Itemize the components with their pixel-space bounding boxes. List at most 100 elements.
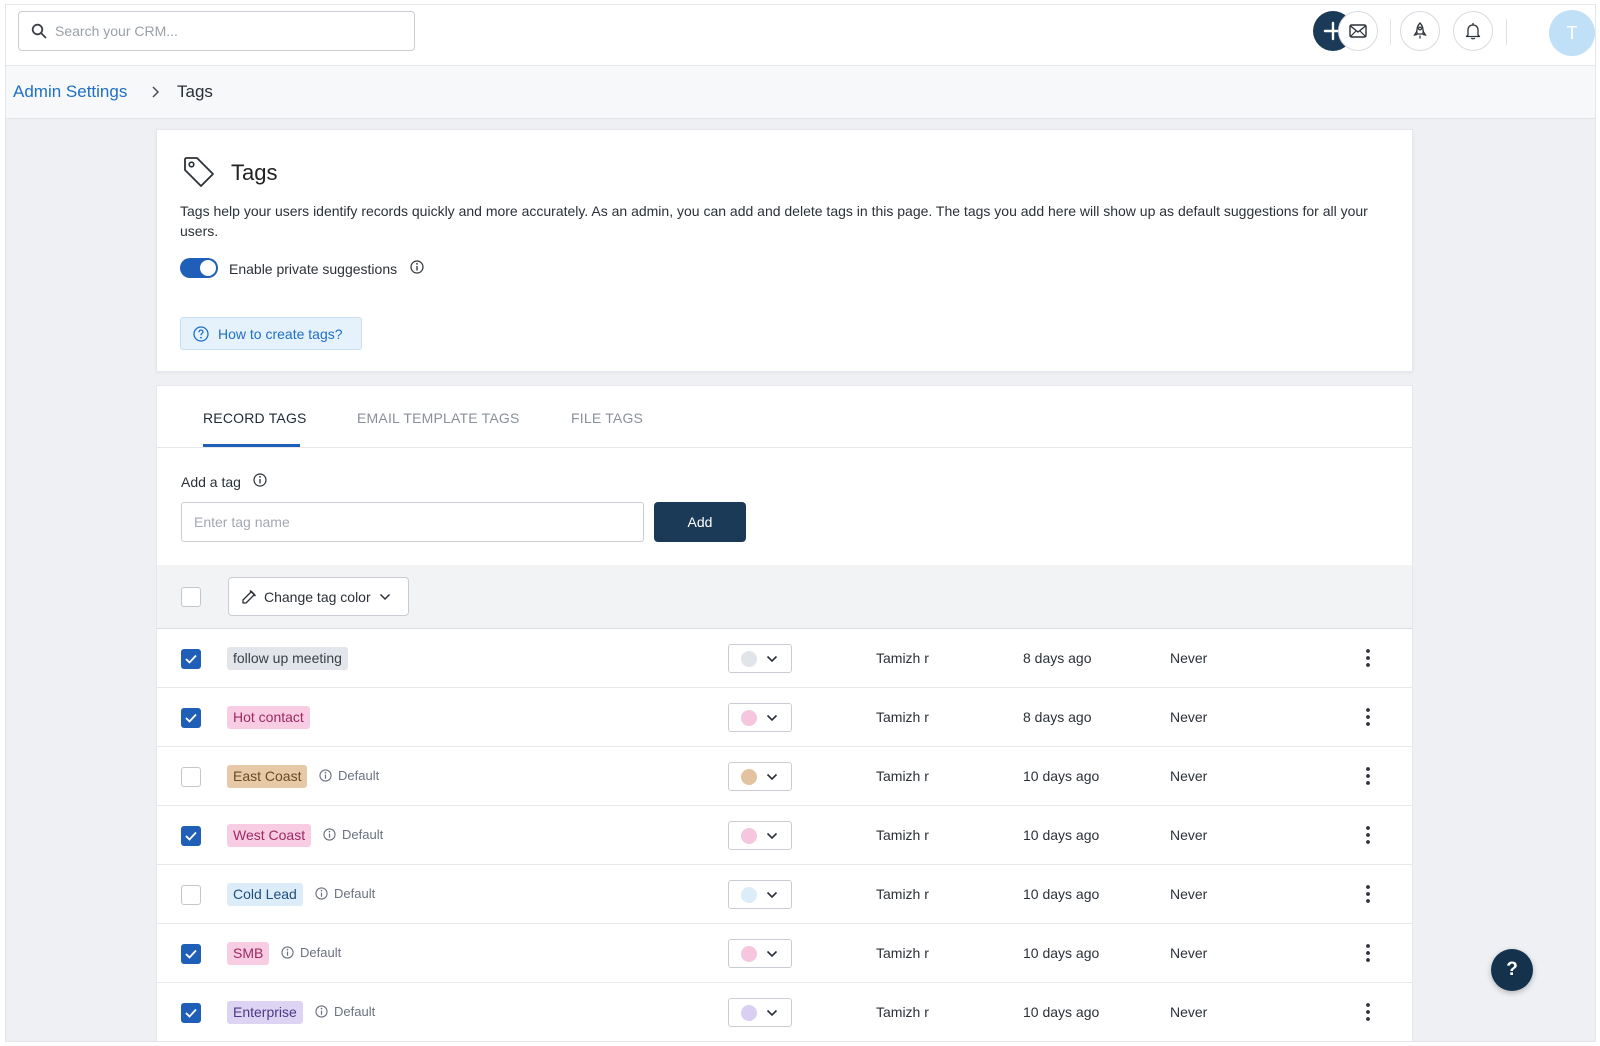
info-icon[interactable] <box>253 473 267 487</box>
breadcrumb: Admin Settings Tags <box>6 66 1595 119</box>
help-button[interactable]: ? <box>1491 949 1533 991</box>
more-options-icon[interactable] <box>1360 824 1376 846</box>
tag-color-dropdown[interactable] <box>728 762 792 791</box>
chevron-down-icon <box>766 714 778 721</box>
app-frame: T Admin Settings Tags Tags Tags help you… <box>5 4 1596 1042</box>
eyedropper-icon <box>242 589 257 604</box>
tag-tabs: RECORD TAGS EMAIL TEMPLATE TAGS FILE TAG… <box>157 386 1412 448</box>
rocket-icon <box>1413 22 1427 39</box>
private-suggestions-toggle[interactable] <box>180 258 218 278</box>
page-title: Tags <box>231 160 278 185</box>
tab-file-tags[interactable]: FILE TAGS <box>571 410 643 426</box>
add-tag-label: Add a tag <box>181 474 241 490</box>
more-options-icon[interactable] <box>1360 942 1376 964</box>
tag-created: 10 days ago <box>1023 1004 1100 1020</box>
more-options-icon[interactable] <box>1360 1001 1376 1023</box>
tag-name-input[interactable] <box>181 502 644 542</box>
search-box[interactable] <box>18 11 415 51</box>
user-avatar[interactable]: T <box>1549 10 1595 56</box>
default-marker: Default <box>315 886 375 901</box>
tag-last-used: Never <box>1170 768 1208 784</box>
default-marker: Default <box>281 945 341 960</box>
row-checkbox[interactable] <box>181 649 201 669</box>
tag-owner: Tamizh r <box>876 709 929 725</box>
info-icon <box>315 1005 328 1018</box>
row-checkbox[interactable] <box>181 826 201 846</box>
bell-icon <box>1465 23 1481 40</box>
tag-chip: Cold Lead <box>227 883 303 906</box>
info-icon <box>315 887 328 900</box>
select-all-checkbox[interactable] <box>181 587 201 607</box>
tag-color-dropdown[interactable] <box>728 939 792 968</box>
breadcrumb-admin-settings[interactable]: Admin Settings <box>13 82 127 102</box>
info-icon[interactable] <box>410 260 424 274</box>
tag-owner: Tamizh r <box>876 945 929 961</box>
tag-color-dropdown[interactable] <box>728 998 792 1027</box>
table-row: West Coast Default Tamizh r 10 days ago Neve… <box>157 806 1412 865</box>
color-swatch <box>741 945 757 962</box>
bulk-actions-bar: Change tag color <box>157 565 1412 629</box>
tag-owner: Tamizh r <box>876 886 929 902</box>
row-checkbox[interactable] <box>181 1003 201 1023</box>
add-tag-button[interactable]: Add <box>654 502 746 542</box>
row-checkbox[interactable] <box>181 885 201 905</box>
chevron-down-icon <box>766 655 778 662</box>
chevron-down-icon <box>766 950 778 957</box>
table-row: SMB Default Tamizh r 10 days ago Never <box>157 924 1412 983</box>
how-to-create-tags-link[interactable]: How to create tags? <box>180 317 362 350</box>
search-input[interactable] <box>55 23 395 39</box>
tag-created: 10 days ago <box>1023 945 1100 961</box>
more-options-icon[interactable] <box>1360 765 1376 787</box>
toolbar-divider <box>1390 19 1391 45</box>
tag-last-used: Never <box>1170 709 1208 725</box>
getting-started-button[interactable] <box>1400 11 1440 51</box>
tag-last-used: Never <box>1170 1004 1208 1020</box>
tag-owner: Tamizh r <box>876 1004 929 1020</box>
tab-email-template-tags[interactable]: EMAIL TEMPLATE TAGS <box>357 410 520 426</box>
tag-icon <box>184 157 214 187</box>
default-label: Default <box>342 827 384 842</box>
tag-owner: Tamizh r <box>876 827 929 843</box>
tag-last-used: Never <box>1170 827 1208 843</box>
tags-table-card: RECORD TAGS EMAIL TEMPLATE TAGS FILE TAG… <box>156 385 1413 1041</box>
default-label: Default <box>334 886 376 901</box>
more-options-icon[interactable] <box>1360 706 1376 728</box>
mail-button[interactable] <box>1338 11 1378 51</box>
checkmark-icon <box>185 713 197 723</box>
color-swatch <box>741 827 757 844</box>
tab-record-tags[interactable]: RECORD TAGS <box>203 410 307 426</box>
color-swatch <box>741 709 757 726</box>
toolbar-divider <box>1506 19 1507 45</box>
change-tag-color-button[interactable]: Change tag color <box>228 577 409 616</box>
tag-owner: Tamizh r <box>876 768 929 784</box>
default-label: Default <box>338 768 380 783</box>
tags-info-card: Tags Tags help your users identify recor… <box>156 129 1413 372</box>
help-link-label: How to create tags? <box>218 325 343 342</box>
tag-color-dropdown[interactable] <box>728 821 792 850</box>
checkmark-icon <box>185 1008 197 1018</box>
tag-color-dropdown[interactable] <box>728 703 792 732</box>
tag-created: 10 days ago <box>1023 886 1100 902</box>
more-options-icon[interactable] <box>1360 883 1376 905</box>
tag-owner: Tamizh r <box>876 650 929 666</box>
notifications-button[interactable] <box>1453 11 1493 51</box>
question-circle-icon <box>193 325 209 342</box>
table-row: follow up meeting Tamizh r 8 days ago Never <box>157 629 1412 688</box>
chevron-down-icon <box>766 832 778 839</box>
tag-created: 10 days ago <box>1023 827 1100 843</box>
more-options-icon[interactable] <box>1360 647 1376 669</box>
tag-color-dropdown[interactable] <box>728 644 792 673</box>
mail-icon <box>1349 24 1367 38</box>
chevron-down-icon <box>766 1009 778 1016</box>
row-checkbox[interactable] <box>181 944 201 964</box>
tag-color-dropdown[interactable] <box>728 880 792 909</box>
default-label: Default <box>300 945 342 960</box>
default-marker: Default <box>319 768 379 783</box>
table-row: Hot contact Tamizh r 8 days ago Never <box>157 688 1412 747</box>
row-checkbox[interactable] <box>181 767 201 787</box>
default-marker: Default <box>323 827 383 842</box>
row-checkbox[interactable] <box>181 708 201 728</box>
checkmark-icon <box>185 949 197 959</box>
breadcrumb-current: Tags <box>177 82 213 101</box>
tag-last-used: Never <box>1170 886 1208 902</box>
